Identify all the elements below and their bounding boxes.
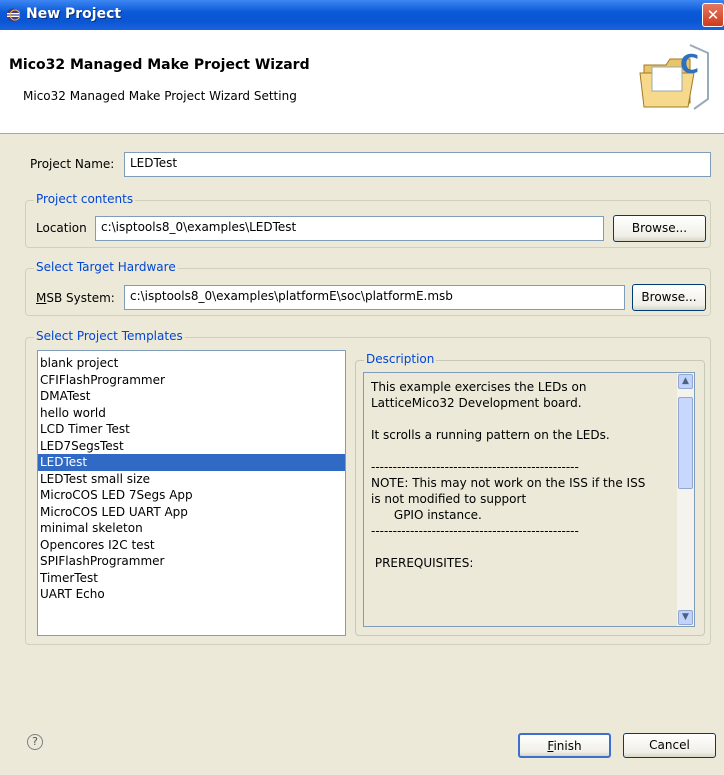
template-list-item[interactable]: minimal skeleton [38, 520, 345, 537]
template-list-item[interactable]: blank project [38, 355, 345, 372]
msb-system-input[interactable]: c:\isptools8_0\examples\platformE\soc\pl… [124, 285, 625, 310]
template-list-item[interactable]: LEDTest [38, 454, 345, 471]
template-list[interactable]: blank project CFIFlashProgrammer DMATest he… [37, 350, 346, 636]
msb-system-label: MSB System: [36, 291, 115, 305]
scroll-up-button[interactable]: ▲ [678, 374, 693, 389]
close-button[interactable]: ✕ [702, 3, 724, 27]
target-hardware-title: Select Target Hardware [34, 260, 178, 274]
msb-mnemonic: M [36, 291, 47, 305]
wizard-subtitle: Mico32 Managed Make Project Wizard Setti… [23, 89, 297, 103]
scroll-down-button[interactable]: ▼ [678, 610, 693, 625]
title-bar[interactable]: New Project ✕ [0, 0, 724, 30]
msb-browse-button[interactable]: Browse... [632, 284, 706, 311]
template-list-item[interactable]: MicroCOS LED 7Segs App [38, 487, 345, 504]
cancel-button[interactable]: Cancel [623, 733, 716, 758]
project-name-input[interactable]: LEDTest [124, 152, 711, 177]
description-text: This example exercises the LEDs on Latti… [371, 380, 646, 570]
template-list-item[interactable]: LEDTest small size [38, 471, 345, 488]
project-name-label: Project Name: [30, 157, 115, 171]
template-list-item[interactable]: hello world [38, 405, 345, 422]
finish-label: inish [553, 739, 582, 753]
description-scrollbar[interactable]: ▲ ▼ [677, 373, 694, 626]
project-contents-title: Project contents [34, 192, 136, 206]
c-project-folder-icon: C [639, 44, 709, 110]
wizard-banner: Mico32 Managed Make Project Wizard Mico3… [0, 30, 724, 134]
eclipse-icon [6, 8, 20, 22]
location-label: Location [36, 221, 87, 235]
description-textarea[interactable]: This example exercises the LEDs on Latti… [363, 372, 695, 627]
chevron-down-icon: ▼ [682, 612, 689, 622]
close-icon: ✕ [706, 6, 720, 24]
template-list-item[interactable]: LED7SegsTest [38, 438, 345, 455]
project-templates-title: Select Project Templates [34, 329, 185, 343]
template-list-item[interactable]: DMATest [38, 388, 345, 405]
new-project-dialog: New Project ✕ Mico32 Managed Make Projec… [0, 0, 724, 775]
template-list-item[interactable]: CFIFlashProgrammer [38, 372, 345, 389]
template-list-item[interactable]: UART Echo [38, 586, 345, 603]
help-icon[interactable]: ? [27, 734, 43, 750]
template-list-item[interactable]: TimerTest [38, 570, 345, 587]
scroll-thumb[interactable] [678, 397, 693, 489]
location-browse-button[interactable]: Browse... [613, 215, 706, 242]
finish-button[interactable]: Finish [518, 733, 611, 758]
svg-text:C: C [680, 50, 699, 80]
window-title: New Project [26, 6, 122, 22]
template-list-item[interactable]: MicroCOS LED UART App [38, 504, 345, 521]
template-list-item[interactable]: Opencores I2C test [38, 537, 345, 554]
template-list-item[interactable]: SPIFlashProgrammer [38, 553, 345, 570]
location-input[interactable]: c:\isptools8_0\examples\LEDTest [95, 216, 604, 241]
description-title: Description [364, 352, 437, 366]
wizard-title: Mico32 Managed Make Project Wizard [9, 57, 310, 73]
msb-label-text: SB System: [46, 291, 115, 305]
chevron-up-icon: ▲ [682, 376, 689, 386]
template-list-item[interactable]: LCD Timer Test [38, 421, 345, 438]
